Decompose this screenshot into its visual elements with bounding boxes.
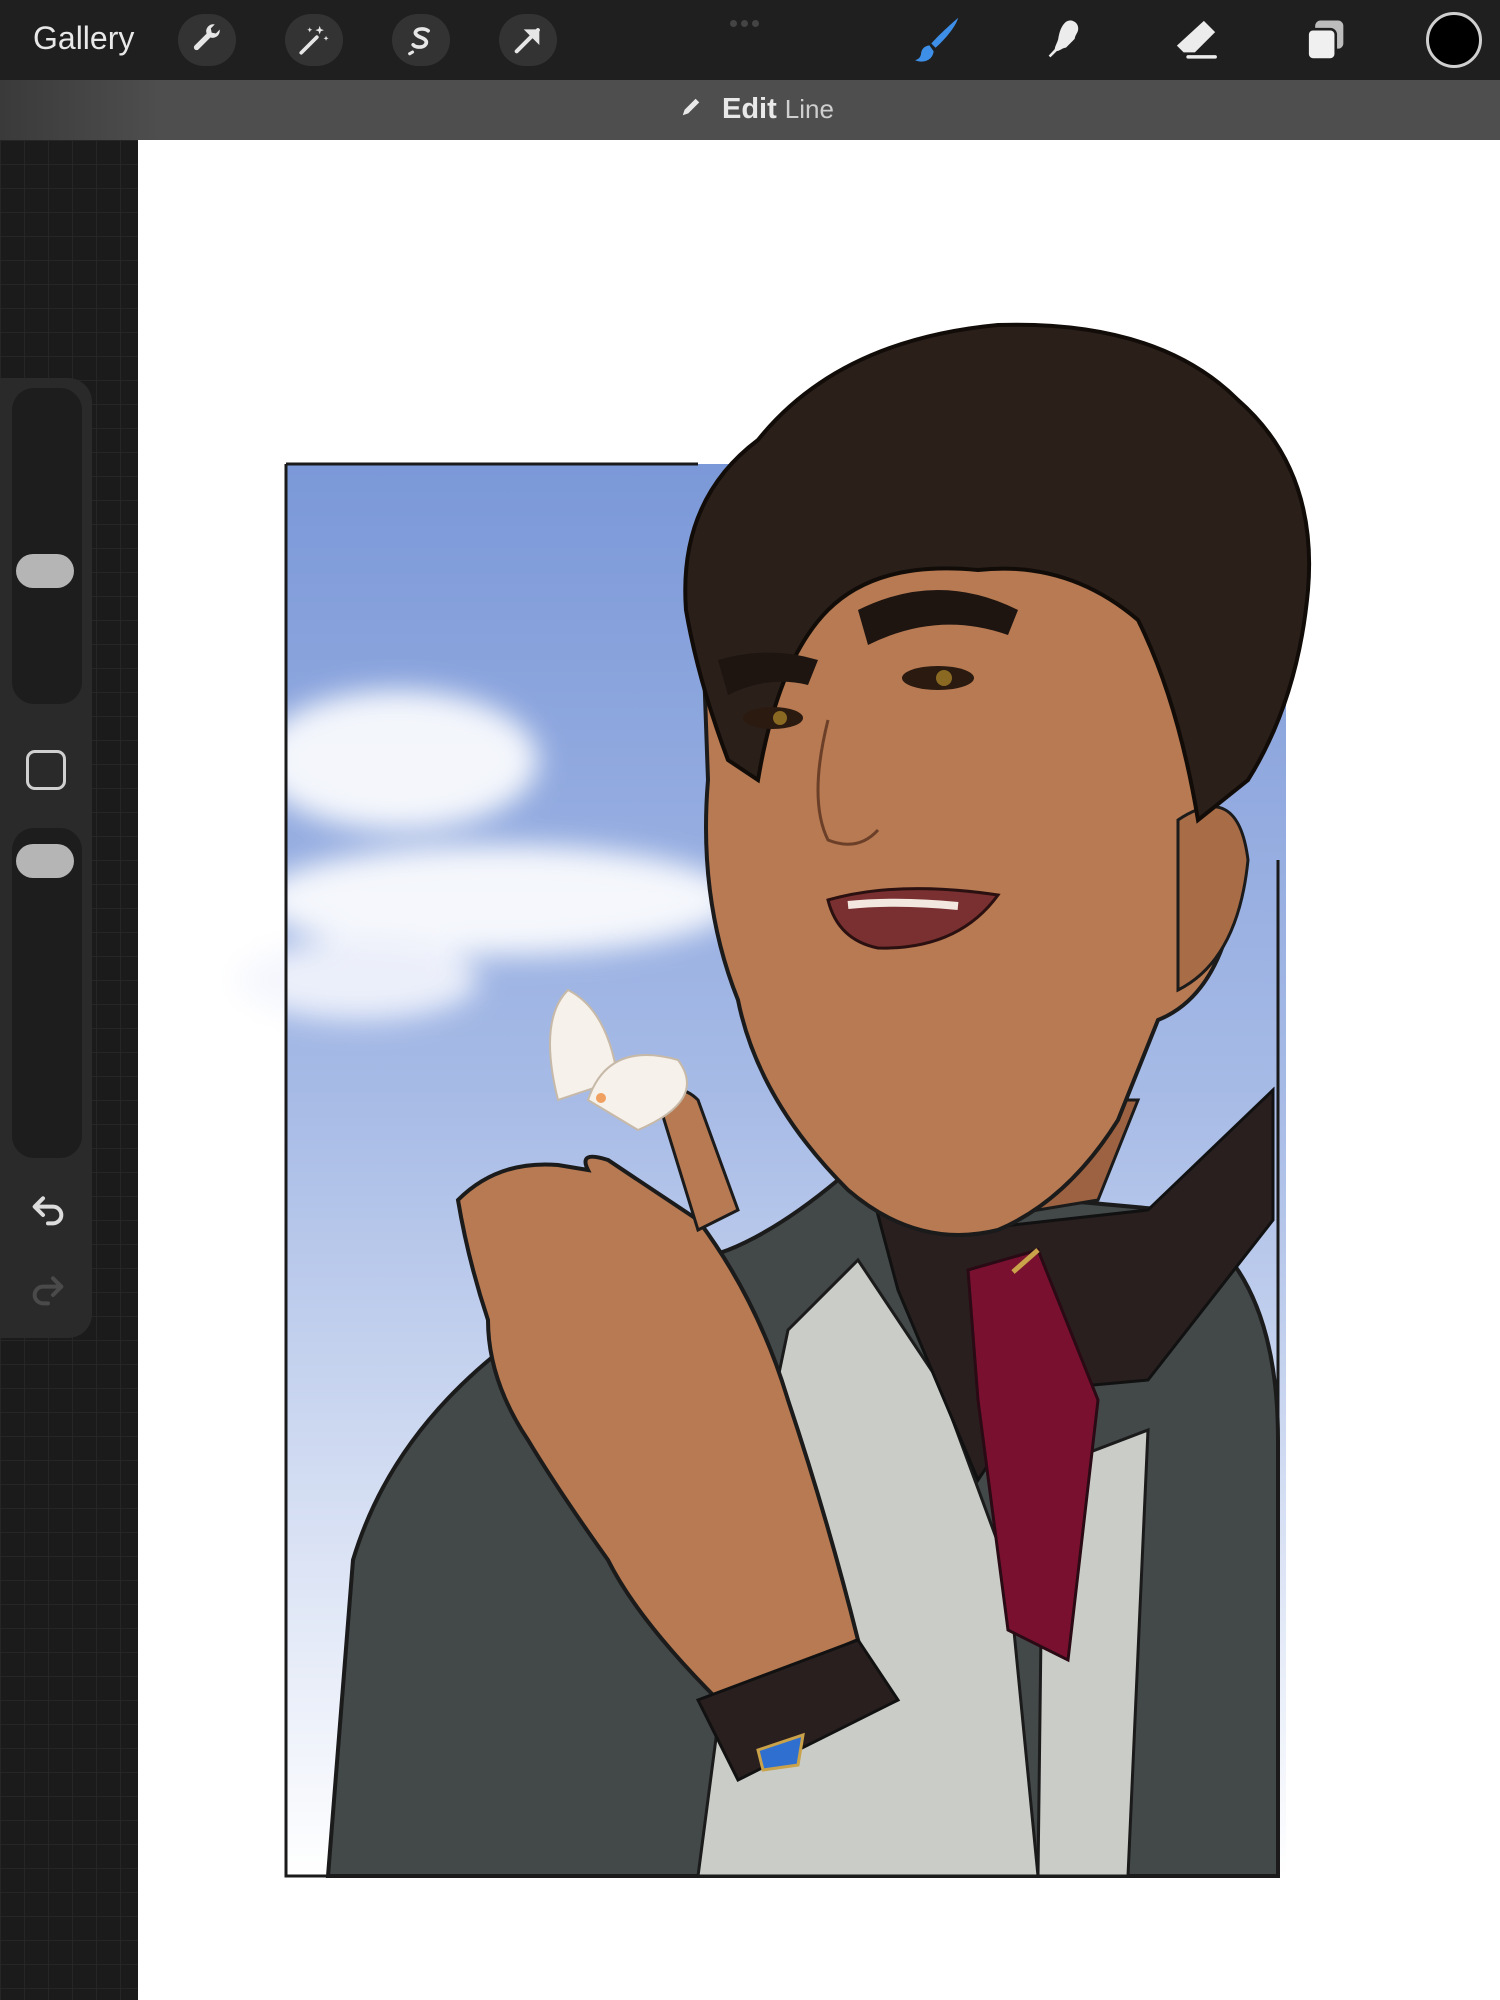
- adjustments-button[interactable]: [285, 14, 343, 66]
- illustration: [238, 322, 1312, 1878]
- selection-button[interactable]: [392, 14, 450, 66]
- drag-grip[interactable]: [730, 14, 770, 27]
- smudge-tool-button[interactable]: [1036, 10, 1096, 70]
- eraser-icon: [1169, 13, 1223, 67]
- top-toolbar: Gallery: [0, 0, 1500, 81]
- pencil-icon: [680, 96, 702, 123]
- gallery-button[interactable]: Gallery: [33, 20, 134, 57]
- edit-shape-banner[interactable]: Edit Line: [0, 80, 1500, 140]
- redo-button[interactable]: [26, 1270, 70, 1314]
- modify-button[interactable]: [26, 750, 66, 790]
- eraser-tool-button[interactable]: [1166, 10, 1226, 70]
- drawing-canvas[interactable]: [138, 140, 1500, 2000]
- color-picker-button[interactable]: [1426, 12, 1482, 68]
- wrench-icon: [190, 23, 224, 57]
- magic-wand-icon: [297, 23, 331, 57]
- layers-icon: [1300, 14, 1352, 66]
- left-sidebar: [0, 378, 92, 1338]
- shape-type-label: Line: [784, 94, 834, 124]
- undo-button[interactable]: [26, 1190, 70, 1234]
- brush-size-knob[interactable]: [16, 554, 74, 588]
- opacity-knob[interactable]: [16, 844, 74, 878]
- arrow-cursor-icon: [511, 23, 545, 57]
- brush-tool-button[interactable]: [906, 10, 966, 70]
- brush-size-slider[interactable]: [12, 388, 82, 704]
- smudge-icon: [1040, 14, 1092, 66]
- layers-button[interactable]: [1296, 10, 1356, 70]
- redo-arrow-icon: [28, 1270, 68, 1315]
- transform-button[interactable]: [499, 14, 557, 66]
- selection-s-icon: [404, 23, 438, 57]
- actions-button[interactable]: [178, 14, 236, 66]
- edit-label: Edit: [722, 93, 777, 125]
- undo-arrow-icon: [28, 1190, 68, 1235]
- brush-icon: [908, 12, 964, 68]
